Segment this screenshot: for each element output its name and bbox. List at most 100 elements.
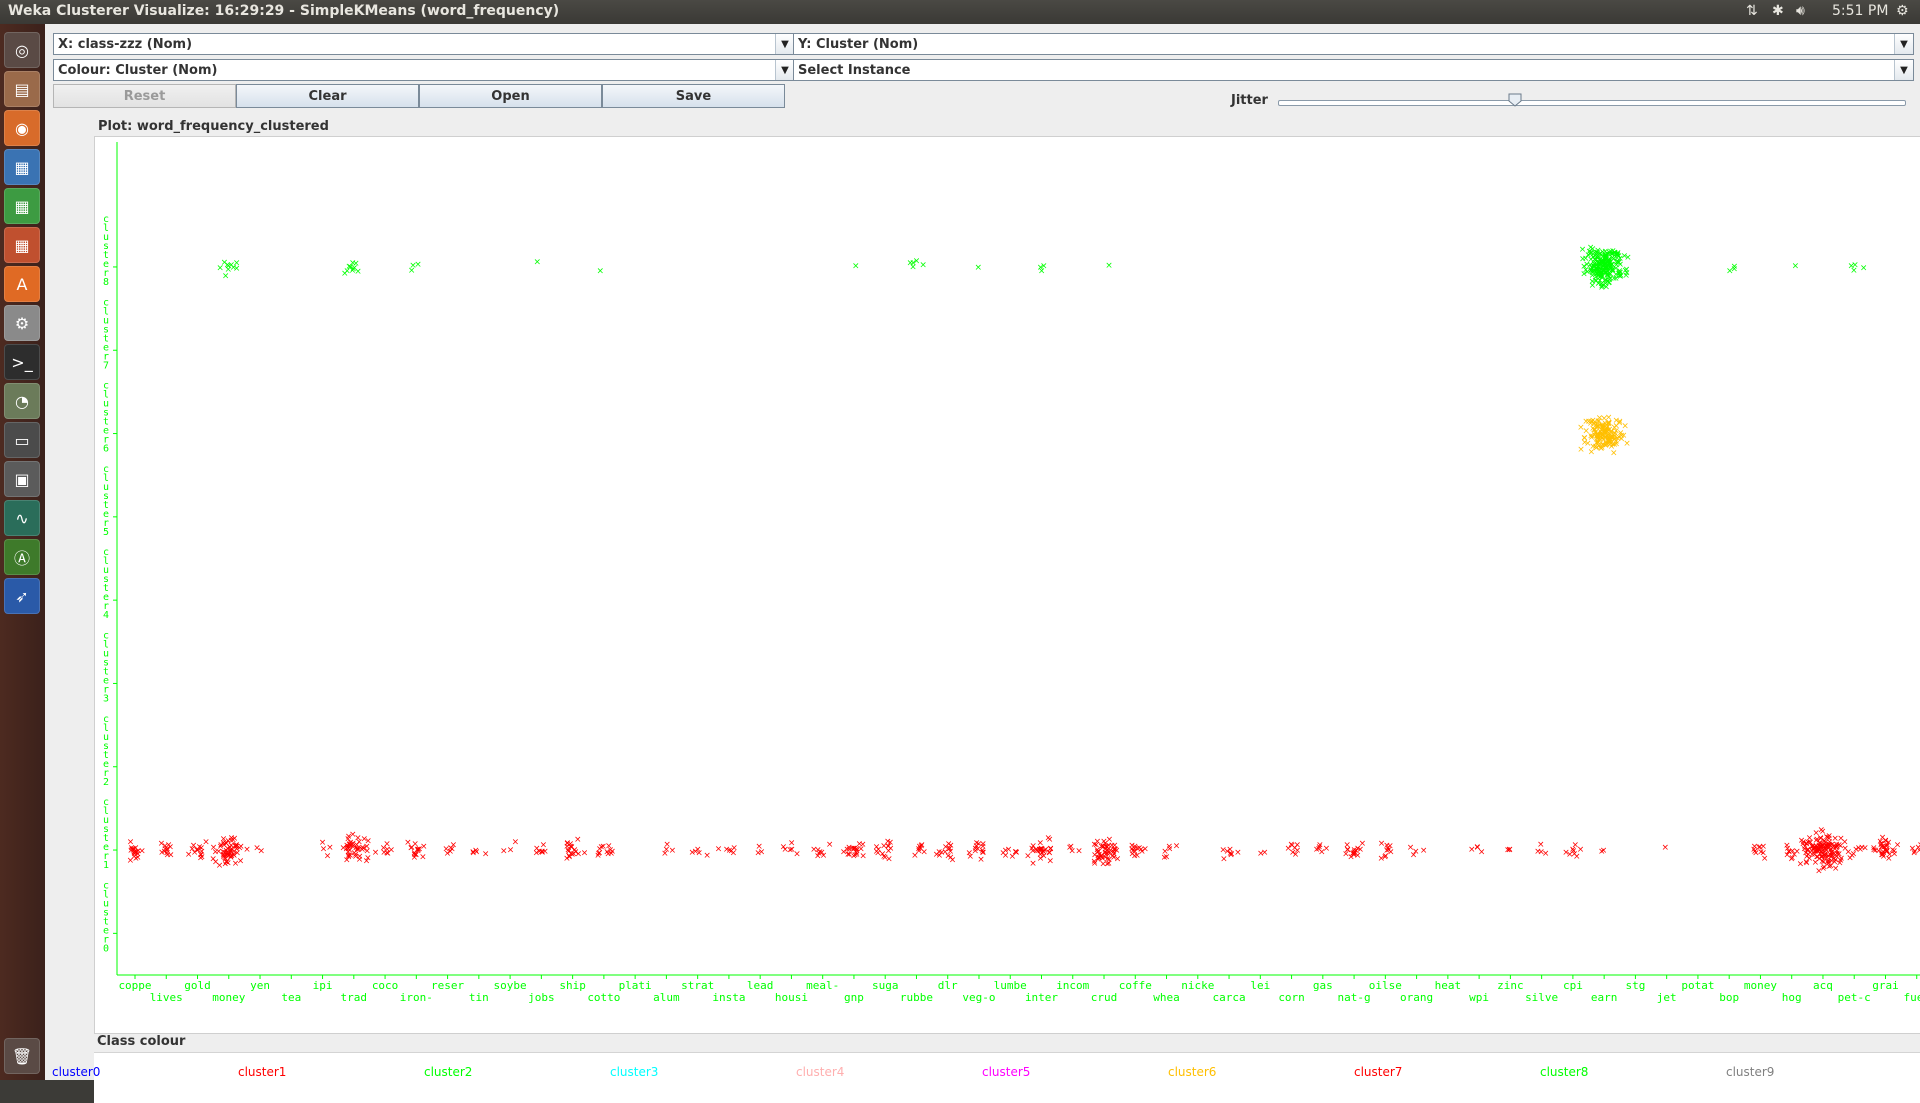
data-point-marker: × xyxy=(227,836,235,846)
weka-bird-icon[interactable]: ➶ xyxy=(4,578,40,614)
x-tick-label: cotto xyxy=(587,991,620,1004)
legend-item[interactable]: cluster8 xyxy=(1540,1065,1588,1079)
x-tick-label: meal- xyxy=(806,979,839,992)
data-point-marker: × xyxy=(185,850,193,860)
reset-button[interactable]: Reset xyxy=(53,84,236,108)
data-point-marker: × xyxy=(1420,846,1428,856)
x-tick-label: alum xyxy=(653,991,680,1004)
clock[interactable]: 5:51 PM xyxy=(1832,3,1888,19)
data-point-marker: × xyxy=(1610,448,1618,458)
scatter-plot[interactable]: c l u s t e r 0 c l u s t e r 1 c l u s t e r 2 c l u s t e r 3 c l u s t e r 4… xyxy=(95,137,1920,1033)
x-tick-label: lead xyxy=(747,979,774,992)
bluetooth-icon[interactable]: ✱ xyxy=(1772,3,1784,19)
x-tick-label: crud xyxy=(1091,991,1118,1004)
clear-button[interactable]: Clear xyxy=(236,84,419,108)
ubuntu-dash-icon[interactable]: ◎ xyxy=(4,32,40,68)
data-point-marker: × xyxy=(1091,859,1099,869)
legend-item[interactable]: cluster7 xyxy=(1354,1065,1402,1079)
libreoffice-writer-icon[interactable]: ▦ xyxy=(4,149,40,185)
legend-item[interactable]: cluster1 xyxy=(238,1065,286,1079)
data-point-marker: × xyxy=(407,844,415,854)
data-point-marker: × xyxy=(1347,852,1355,862)
libreoffice-calc-icon[interactable]: ▦ xyxy=(4,188,40,224)
data-point-marker: × xyxy=(875,845,883,855)
file-manager-icon[interactable]: ▤ xyxy=(4,71,40,107)
scatter-plot-panel[interactable]: cluster0 cluster1 cluster2 cluster3 cluster4… xyxy=(94,136,1920,1034)
x-tick-label: cpi xyxy=(1563,979,1583,992)
updater-icon[interactable]: Ⓐ xyxy=(4,539,40,575)
libreoffice-impress-icon[interactable]: ▦ xyxy=(4,227,40,263)
network-icon[interactable]: ⇅ xyxy=(1746,3,1758,19)
x-tick-label: jet xyxy=(1657,991,1677,1004)
jitter-label: Jitter xyxy=(1231,93,1268,108)
x-axis-select[interactable]: X: class-zzz (Nom) ▼ xyxy=(53,33,795,55)
data-point-marker: × xyxy=(1103,843,1111,853)
save-button[interactable]: Save xyxy=(602,84,785,108)
data-point-marker: × xyxy=(1624,253,1632,263)
disk-usage-icon[interactable]: ◔ xyxy=(4,383,40,419)
data-point-marker: × xyxy=(1846,853,1854,863)
legend-item[interactable]: cluster9 xyxy=(1726,1065,1774,1079)
software-center-icon[interactable]: A xyxy=(4,266,40,302)
x-tick-label: lumbe xyxy=(994,979,1027,992)
system-monitor-icon[interactable]: ▣ xyxy=(4,461,40,497)
data-point-marker: × xyxy=(703,851,711,861)
x-tick-label: lei xyxy=(1250,979,1270,992)
open-button[interactable]: Open xyxy=(419,84,602,108)
select-instance-select[interactable]: Select Instance ▼ xyxy=(793,59,1914,81)
trash-icon[interactable]: 🗑︎ xyxy=(4,1038,40,1074)
x-tick-label: plati xyxy=(619,979,652,992)
legend-item[interactable]: cluster3 xyxy=(610,1065,658,1079)
y-tick-label: cluster6 xyxy=(103,381,109,455)
data-point-marker: × xyxy=(1094,837,1102,847)
data-point-marker: × xyxy=(1012,848,1020,858)
system-settings-icon[interactable]: ⚙ xyxy=(4,305,40,341)
data-point-marker: × xyxy=(852,262,860,272)
data-point-marker: × xyxy=(324,851,332,861)
data-point-marker: × xyxy=(1817,834,1825,844)
jitter-slider-thumb[interactable] xyxy=(1508,93,1522,107)
data-point-marker: × xyxy=(885,854,893,864)
firefox-icon[interactable]: ◉ xyxy=(4,110,40,146)
launcher-sidebar: ◎ ▤ ◉ ▦ ▦ ▦ A ⚙ >_ ◔ ▭ ▣ ∿ Ⓐ ➶ 🗑︎ xyxy=(0,24,46,1080)
x-tick-label: zinc xyxy=(1497,979,1524,992)
x-tick-label: money xyxy=(212,991,245,1004)
data-point-marker: × xyxy=(1161,853,1169,863)
data-point-marker: × xyxy=(1604,277,1612,287)
data-point-marker: × xyxy=(694,845,702,855)
x-tick-label: ship xyxy=(559,979,586,992)
colour-select[interactable]: Colour: Cluster (Nom) ▼ xyxy=(53,59,795,81)
data-point-marker: × xyxy=(224,260,232,270)
volume-icon[interactable]: 🔊︎ xyxy=(1796,3,1805,19)
data-point-marker: × xyxy=(730,843,738,853)
x-tick-label: strat xyxy=(681,979,714,992)
legend-item[interactable]: cluster0 xyxy=(52,1065,100,1079)
data-point-marker: × xyxy=(1316,843,1324,853)
chevron-down-icon: ▼ xyxy=(1894,60,1913,80)
legend-item[interactable]: cluster2 xyxy=(424,1065,472,1079)
legend-item[interactable]: cluster4 xyxy=(796,1065,844,1079)
y-axis-select[interactable]: Y: Cluster (Nom) ▼ xyxy=(793,33,1914,55)
legend-item[interactable]: cluster6 xyxy=(1168,1065,1216,1079)
data-point-marker: × xyxy=(1407,843,1415,853)
x-tick-label: bop xyxy=(1719,991,1739,1004)
data-point-marker: × xyxy=(1756,843,1764,853)
y-tick-label: cluster0 xyxy=(103,880,109,954)
plot-title: Plot: word_frequency_clustered xyxy=(98,119,329,134)
y-tick-label: cluster8 xyxy=(103,214,109,288)
legend-item[interactable]: cluster5 xyxy=(982,1065,1030,1079)
data-point-marker: × xyxy=(1173,842,1181,852)
jitter-slider[interactable] xyxy=(1278,100,1906,106)
terminal-icon[interactable]: >_ xyxy=(4,344,40,380)
y-tick-label: cluster7 xyxy=(103,297,109,371)
data-point-marker: × xyxy=(1803,859,1811,869)
data-point-marker: × xyxy=(1618,434,1626,444)
data-point-marker: × xyxy=(1075,847,1083,857)
y-tick-label: cluster2 xyxy=(103,714,109,788)
data-point-marker: × xyxy=(788,845,796,855)
save-drive-icon[interactable]: ▭ xyxy=(4,422,40,458)
activity-monitor-icon[interactable]: ∿ xyxy=(4,500,40,536)
data-point-marker: × xyxy=(1359,839,1367,849)
data-point-marker: × xyxy=(1916,846,1920,856)
settings-gear-icon[interactable]: ⚙ xyxy=(1896,3,1909,19)
